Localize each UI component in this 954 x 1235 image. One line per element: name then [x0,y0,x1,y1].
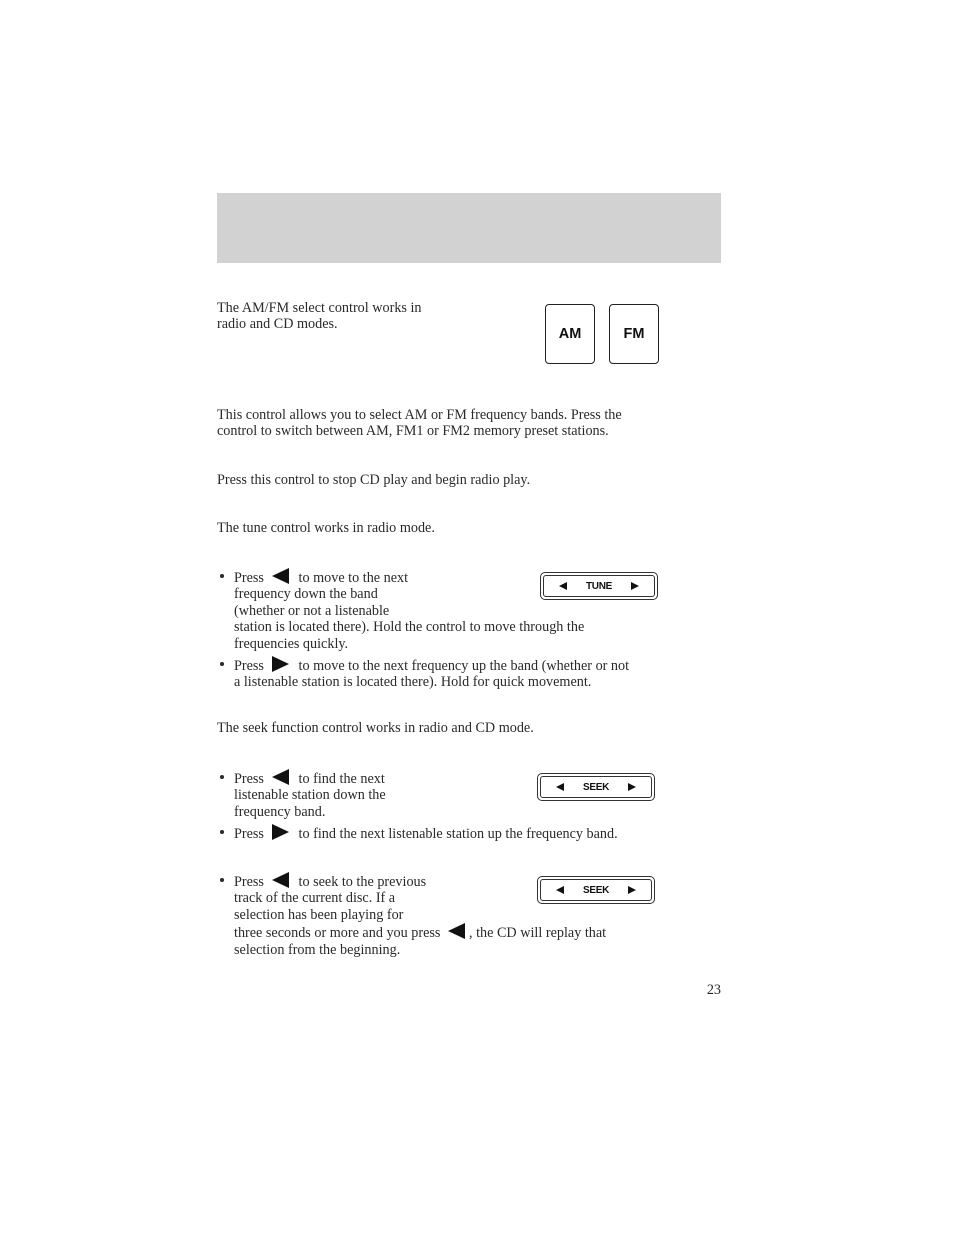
right-triangle-icon [271,824,289,840]
am-key-illustration: AM [545,304,595,364]
press-word: Press [234,771,264,787]
right-arrow-icon [627,886,636,894]
text-line: to move to the next [298,570,409,586]
text-line: selection from the beginning. [234,941,401,958]
right-arrow-icon [627,783,636,791]
fm-key-label: FM [623,326,645,342]
text-line: The AM/FM select control works in [217,300,422,316]
left-triangle-icon [271,872,289,888]
text-line: The tune control works in radio mode. [217,520,435,536]
text-line: , the CD will replay that [469,925,607,942]
tune-control-illustration: TUNE [540,572,658,600]
left-arrow-icon [556,783,564,791]
tune-label: TUNE [585,580,613,592]
text-line: The seek function control works in radio… [217,720,534,736]
fm-key-illustration: FM [609,304,659,364]
left-triangle-icon [448,923,465,940]
section-header-band [217,193,721,263]
seek-control-illustration-cd: SEEK [537,876,655,904]
left-arrow-icon [559,582,567,590]
right-arrow-icon [631,582,639,590]
left-triangle-icon [271,769,289,785]
text-line: to seek to the previous [298,874,427,890]
text-line: to move to the next frequency up the ban… [298,658,630,674]
tune-intro-text: The tune control works in radio mode. [217,520,435,536]
seek-control-illustration-radio: SEEK [537,773,655,801]
text-line: to find the next listenable station up t… [298,826,618,842]
text-line: radio and CD modes. [217,316,338,333]
text-line: selection has been playing for [234,906,404,923]
text-line: (whether or not a listenable [234,602,390,619]
left-triangle-icon [271,568,289,584]
text-line: listenable station down the [234,787,386,804]
left-arrow-icon [556,886,564,894]
text-line: Press this control to stop CD play and b… [217,472,531,488]
text-line: to find the next [298,771,385,787]
press-word: Press [234,570,264,586]
press-word: Press [234,874,264,890]
text-line: This control allows you to select AM or … [217,407,622,423]
press-word: Press [234,658,264,674]
press-word: Press [234,826,264,842]
text-line: frequency down the band [234,586,378,603]
text-line: a listenable station is located there). … [234,674,592,691]
page-number: 23 [706,982,721,998]
seek-label: SEEK [582,884,610,896]
text-line: frequency band. [234,803,326,820]
seek-intro-text: The seek function control works in radio… [217,720,534,736]
seek-label: SEEK [582,781,610,793]
amfm-intro-text: The AM/FM select control works in radio … [217,300,422,333]
text-line: control to switch between AM, FM1 or FM2… [217,423,609,440]
text-line: frequencies quickly. [234,635,349,652]
amfm-radio-text: This control allows you to select AM or … [217,407,622,440]
right-triangle-icon [271,656,289,672]
am-key-label: AM [558,326,582,342]
amfm-cd-text: Press this control to stop CD play and b… [217,472,530,488]
text-line: three seconds or more and you press [234,925,441,942]
text-line: station is located there). Hold the cont… [234,619,585,636]
